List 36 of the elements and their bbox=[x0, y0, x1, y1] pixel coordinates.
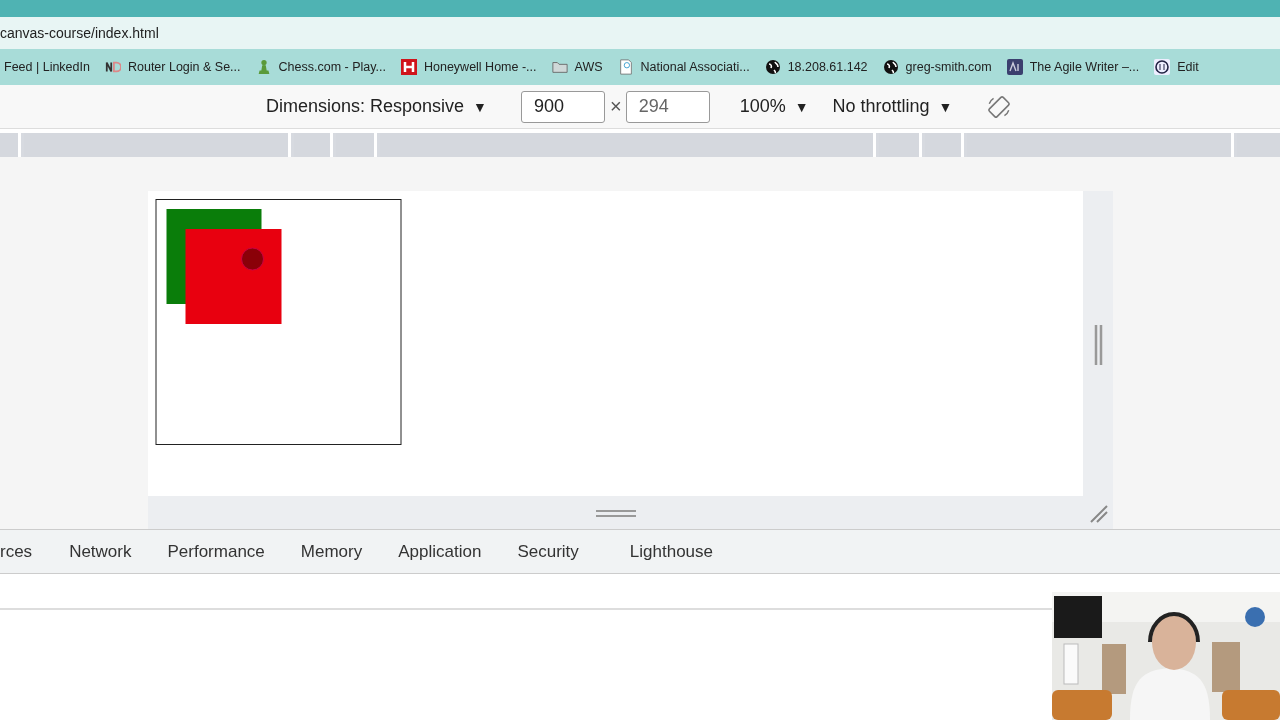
height-field[interactable]: 294 bbox=[625, 90, 710, 123]
times-sign: × bbox=[609, 95, 622, 118]
bookmark[interactable]: Feed | LinkedIn bbox=[4, 60, 90, 74]
h-logo-icon bbox=[400, 59, 417, 75]
globe-icon bbox=[764, 59, 781, 75]
document-icon bbox=[617, 59, 634, 75]
app-logo-icon bbox=[1006, 59, 1023, 75]
rotate-icon[interactable] bbox=[986, 93, 1013, 120]
devtools-tab[interactable]: Lighthouse bbox=[611, 541, 731, 562]
devtools-tab[interactable]: rces bbox=[0, 541, 51, 562]
globe-icon bbox=[882, 59, 899, 75]
throttling-dropdown[interactable]: No throttling ▼ bbox=[832, 96, 953, 117]
bookmark[interactable]: 18.208.61.142 bbox=[764, 59, 868, 75]
corner-resize-icon[interactable] bbox=[1089, 504, 1109, 524]
url-text[interactable]: canvas-course/index.html bbox=[0, 25, 159, 41]
bookmark[interactable]: Router Login & Se... bbox=[104, 59, 241, 75]
folder-icon bbox=[551, 59, 568, 75]
bookmark[interactable]: AWS bbox=[551, 59, 603, 75]
bookmark[interactable]: The Agile Writer –... bbox=[1006, 59, 1140, 75]
bookmark[interactable]: greg-smith.com bbox=[882, 59, 992, 75]
devtools-tab[interactable]: Application bbox=[380, 541, 500, 562]
devtools-tab[interactable]: Network bbox=[51, 541, 150, 562]
bookmark[interactable]: Chess.com - Play... bbox=[255, 59, 386, 75]
bookmark[interactable]: National Associati... bbox=[617, 59, 750, 75]
bookmark[interactable]: Edit bbox=[1154, 59, 1199, 75]
round-logo-icon bbox=[1154, 59, 1171, 75]
width-field[interactable]: 900 bbox=[520, 90, 605, 123]
devtools-tab[interactable]: Performance bbox=[149, 541, 283, 562]
resize-handle-icon[interactable] bbox=[1093, 324, 1103, 366]
zoom-dropdown[interactable]: 100% ▼ bbox=[739, 96, 809, 117]
bookmark[interactable]: Honeywell Home -... bbox=[400, 59, 537, 75]
resize-handle-icon[interactable] bbox=[594, 507, 637, 518]
letters-icon bbox=[104, 59, 121, 75]
devtools-tab[interactable]: Memory bbox=[282, 541, 381, 562]
devtools-tab[interactable]: Security bbox=[499, 541, 597, 562]
dimensions-dropdown[interactable]: Dimensions: Responsive ▼ bbox=[266, 96, 487, 117]
